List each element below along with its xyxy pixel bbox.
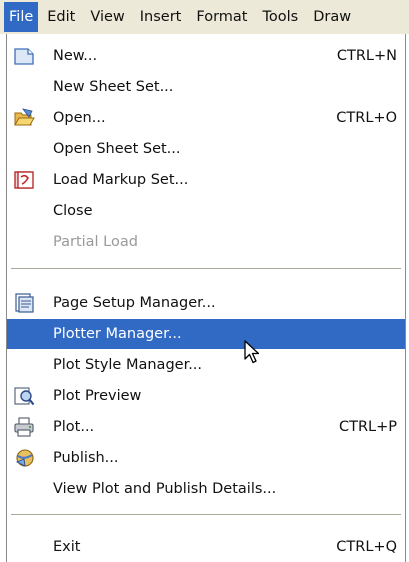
menu-separator	[11, 514, 401, 515]
menu-edit[interactable]: Edit	[41, 2, 81, 32]
shortcut-label: CTRL+Q	[336, 539, 397, 555]
file-dropdown-menu: New... CTRL+N New Sheet Set... Open... C…	[6, 34, 406, 562]
menu-item-open-sheet-set[interactable]: Open Sheet Set...	[7, 134, 405, 164]
menu-item-label: Open Sheet Set...	[53, 141, 181, 157]
menu-item-exit[interactable]: Exit CTRL+Q	[7, 532, 405, 562]
shortcut-label: CTRL+O	[336, 110, 397, 126]
menu-item-label: Exit	[53, 539, 81, 555]
menu-item-plotter-manager[interactable]: Plotter Manager...	[7, 319, 405, 349]
menu-item-label: Plot Preview	[53, 388, 142, 404]
menu-item-close[interactable]: Close	[7, 196, 405, 226]
menu-item-new-sheet-set[interactable]: New Sheet Set...	[7, 72, 405, 102]
plot-preview-icon	[14, 387, 35, 406]
menu-insert[interactable]: Insert	[134, 2, 188, 32]
menu-item-open[interactable]: Open... CTRL+O	[7, 103, 405, 133]
menu-item-label: Close	[53, 203, 93, 219]
menu-item-plot-style-manager[interactable]: Plot Style Manager...	[7, 350, 405, 380]
menu-draw[interactable]: Draw	[307, 2, 357, 32]
menu-item-label: Load Markup Set...	[53, 172, 189, 188]
menu-item-load-markup-set[interactable]: Load Markup Set...	[7, 165, 405, 195]
markup-set-icon	[14, 171, 34, 189]
menu-item-partial-load: Partial Load	[7, 227, 405, 257]
menu-item-label: Page Setup Manager...	[53, 295, 216, 311]
menu-item-label: Plot Style Manager...	[53, 357, 203, 373]
menu-bar: File Edit View Insert Format Tools Draw	[0, 0, 409, 34]
menu-item-label: View Plot and Publish Details...	[53, 481, 277, 497]
publish-icon	[15, 449, 34, 467]
shortcut-label: CTRL+N	[336, 48, 397, 64]
menu-item-label: Publish...	[53, 450, 119, 466]
menu-item-plot[interactable]: Plot... CTRL+P	[7, 412, 405, 442]
menu-file[interactable]: File	[4, 2, 39, 32]
menu-item-label: New Sheet Set...	[53, 79, 174, 95]
menu-item-plot-preview[interactable]: Plot Preview	[7, 381, 405, 411]
page-setup-icon	[15, 293, 34, 313]
shortcut-label: CTRL+P	[338, 419, 397, 435]
new-document-icon	[14, 48, 34, 65]
menu-item-label: New...	[53, 48, 98, 64]
menu-item-publish[interactable]: Publish...	[7, 443, 405, 473]
menu-view[interactable]: View	[84, 2, 130, 32]
open-folder-icon	[14, 108, 35, 126]
menu-format[interactable]: Format	[190, 2, 253, 32]
menu-item-label: Plot...	[53, 419, 95, 435]
printer-icon	[14, 417, 34, 437]
menu-item-label: Open...	[53, 110, 106, 126]
menu-item-view-plot-publish-details[interactable]: View Plot and Publish Details...	[7, 474, 405, 504]
menu-item-page-setup-manager[interactable]: Page Setup Manager...	[7, 288, 405, 318]
menu-separator	[11, 268, 401, 269]
menu-item-new[interactable]: New... CTRL+N	[7, 41, 405, 71]
menu-item-label: Plotter Manager...	[53, 326, 182, 342]
menu-tools[interactable]: Tools	[256, 2, 304, 32]
mouse-pointer-icon	[244, 340, 260, 364]
menu-item-label: Partial Load	[53, 234, 138, 250]
